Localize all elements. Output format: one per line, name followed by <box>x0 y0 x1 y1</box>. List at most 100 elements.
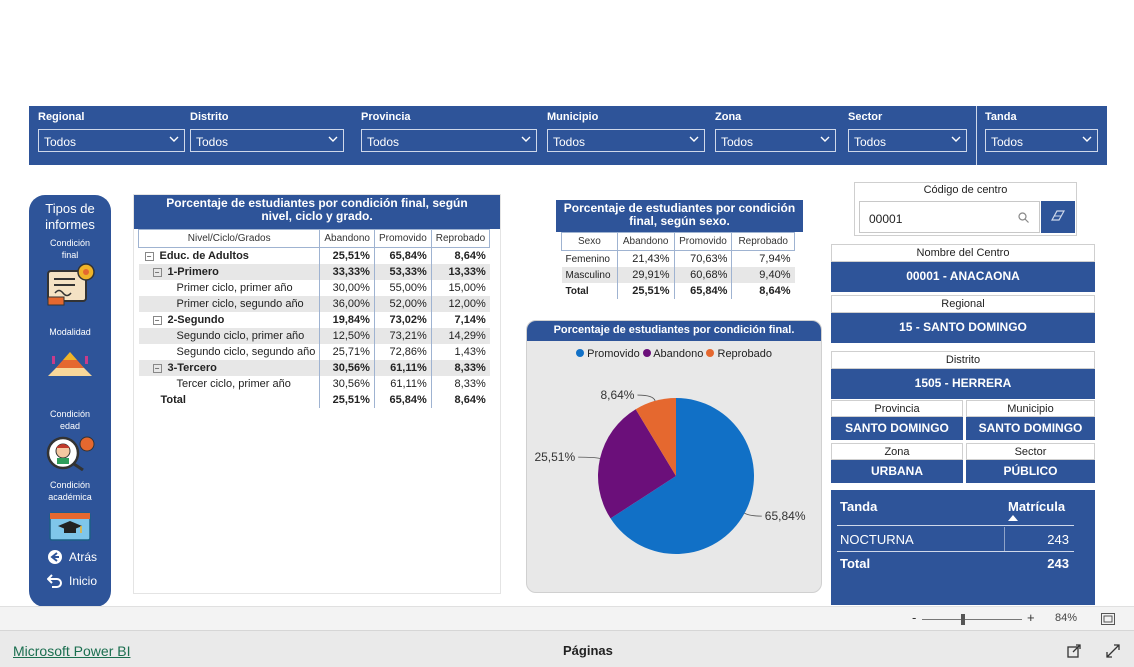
table-cell: 29,91% <box>616 267 675 283</box>
pyramid-icon[interactable] <box>46 350 94 378</box>
zona-label: Zona <box>831 443 963 460</box>
clear-button[interactable] <box>1041 201 1075 233</box>
tanda-col-divider <box>1004 527 1005 551</box>
chevron-down-icon <box>951 136 961 142</box>
sex-table-header[interactable]: Promovido <box>673 232 733 251</box>
pie-leader-line <box>744 512 762 517</box>
table-row[interactable]: Femenino 21,43% 70,63% 7,94% <box>562 250 795 267</box>
table-row[interactable]: −3-Tercero 30,56% 61,11% 8,33% <box>138 360 490 376</box>
collapse-toggle-icon[interactable]: − <box>152 267 162 277</box>
collapse-toggle-icon[interactable]: − <box>152 315 162 325</box>
table-cell: 7,94% <box>731 250 795 267</box>
filter-dropdown[interactable]: Todos <box>361 129 537 152</box>
collapse-toggle-icon[interactable]: − <box>152 363 162 373</box>
sort-ascending-icon[interactable] <box>1008 515 1018 521</box>
centro-search-value: 00001 <box>869 212 903 226</box>
legend-item-promovido[interactable]: Promovido <box>576 348 640 360</box>
table-row[interactable]: Segundo ciclo, segundo año 25,71% 72,86% 1,… <box>139 344 490 360</box>
table-cell: 1,43% <box>430 344 490 360</box>
sex-table-header[interactable]: Sexo <box>561 232 618 251</box>
student-search-icon[interactable] <box>45 435 97 471</box>
distrito-value: 1505 - HERRERA <box>831 369 1095 399</box>
table-cell: 52,00% <box>373 296 432 312</box>
table-row[interactable]: Primer ciclo, segundo año 36,00% 52,00% 12,… <box>138 296 490 312</box>
tanda-header[interactable]: Tanda <box>840 499 877 514</box>
row-label: 2-Segundo <box>167 314 225 326</box>
chevron-down-icon <box>521 136 531 142</box>
main-table-header[interactable]: Abandono <box>319 229 375 248</box>
table-cell: 73,21% <box>373 328 432 344</box>
nav-item-modalidad-label[interactable]: Modalidad <box>29 326 111 338</box>
filter-bar: Regional Todos Distrito Todos Provincia Todos… <box>29 106 1107 165</box>
nav-title: Tipos de informes <box>45 201 95 232</box>
tanda-total-value: 243 <box>1047 556 1069 571</box>
nav-item-condicion-edad-label[interactable]: Condición edad <box>29 408 111 432</box>
zoom-slider-thumb[interactable] <box>961 614 965 625</box>
fullscreen-icon[interactable] <box>1106 644 1120 658</box>
filter-value: Todos <box>553 135 586 149</box>
table-row[interactable]: Tercer ciclo, primer año 30,56% 61,11% 8,33… <box>139 376 490 392</box>
collapse-toggle-icon[interactable]: − <box>144 251 154 261</box>
table-cell: 30,56% <box>319 376 375 392</box>
zoom-out-button[interactable]: - <box>912 610 916 625</box>
table-row[interactable]: − Educ. de Adultos 25,51% 65,84% 8,64% <box>139 247 490 264</box>
home-button[interactable]: Inicio <box>47 573 97 589</box>
filter-dropdown[interactable]: Todos <box>848 129 967 152</box>
filter-dropdown[interactable]: Todos <box>38 129 185 152</box>
main-table-header[interactable]: Promovido <box>373 229 432 248</box>
pages-button[interactable]: Páginas <box>563 643 613 658</box>
sector-value: PÚBLICO <box>966 460 1095 483</box>
table-row[interactable]: −2-Segundo 19,84% 73,02% 7,14% <box>139 312 490 328</box>
tanda-row-label: NOCTURNA <box>840 532 914 547</box>
provincia-value: SANTO DOMINGO <box>831 417 963 440</box>
legend-label: Abandono <box>653 348 704 360</box>
table-cell: 9,40% <box>731 267 795 283</box>
back-button[interactable]: Atrás <box>47 549 97 565</box>
table-row[interactable]: Total 25,51% 65,84% 8,64% <box>139 392 490 408</box>
table-row[interactable]: Masculino 29,91% 60,68% 9,40% <box>561 267 795 283</box>
legend-item-reprobado[interactable]: Reprobado <box>706 348 772 360</box>
table-cell: 55,00% <box>373 280 432 296</box>
filter-dropdown[interactable]: Todos <box>715 129 836 152</box>
filter-dropdown[interactable]: Todos <box>985 129 1098 152</box>
table-row[interactable]: Primer ciclo, primer año 30,00% 55,00% 15,0… <box>139 280 490 296</box>
table-cell: 8,64% <box>430 392 490 408</box>
centro-search-input[interactable]: 00001 <box>859 201 1040 233</box>
search-icon[interactable] <box>1018 212 1029 223</box>
power-bi-link[interactable]: Microsoft Power BI <box>13 643 130 659</box>
row-label: 1-Primero <box>167 266 219 278</box>
share-icon[interactable] <box>1067 643 1082 658</box>
back-label: Atrás <box>69 550 98 564</box>
nav-item-condicion-academica-label[interactable]: Condición académica <box>29 479 111 503</box>
table-row[interactable]: −1-Primero 33,33% 53,33% 13,33% <box>138 264 490 280</box>
matricula-header[interactable]: Matrícula <box>1008 499 1065 514</box>
centro-search-label: Código de centro <box>923 184 1008 196</box>
table-row[interactable]: Segundo ciclo, primer año 12,50% 73,21% 14,… <box>138 328 490 344</box>
chevron-down-icon <box>169 136 179 142</box>
filter-dropdown[interactable]: Todos <box>190 129 344 152</box>
fit-to-page-icon[interactable] <box>1101 613 1115 625</box>
tanda-table-panel: Tanda Matrícula NOCTURNA 243 Total 243 <box>831 490 1095 605</box>
filter-dropdown[interactable]: Todos <box>547 129 705 152</box>
graduation-calendar-icon[interactable] <box>48 509 92 541</box>
main-table-header[interactable]: Nivel/Ciclo/Grados <box>137 229 321 248</box>
chevron-down-icon <box>1082 136 1092 142</box>
nav-item-condicion-final-label[interactable]: Condición final <box>29 237 111 261</box>
sex-table-header[interactable]: Abandono <box>616 232 675 251</box>
table-cell: 25,51% <box>616 283 675 299</box>
regional-value: 15 - SANTO DOMINGO <box>831 313 1095 343</box>
zoom-in-button[interactable]: + <box>1027 610 1035 625</box>
main-table-title: Porcentaje de estudiantes por condición … <box>134 195 500 229</box>
filter-label: Zona <box>715 111 742 123</box>
table-row[interactable]: Total 25,51% 65,84% 8,64% <box>562 283 795 299</box>
sex-table: Sexo Abandono Promovido Reprobado Femeni… <box>561 232 795 299</box>
main-table-header[interactable]: Reprobado <box>430 229 491 248</box>
table-cell: 65,84% <box>673 283 732 299</box>
table-cell: 25,51% <box>319 392 375 408</box>
zoom-slider-track[interactable] <box>922 619 1022 620</box>
sector-label: Sector <box>966 443 1095 460</box>
certificate-icon[interactable] <box>45 263 97 307</box>
legend-item-abandono[interactable]: Abandono <box>642 348 704 360</box>
nombre-centro-label: Nombre del Centro <box>831 244 1095 262</box>
sex-table-header[interactable]: Reprobado <box>731 232 795 251</box>
